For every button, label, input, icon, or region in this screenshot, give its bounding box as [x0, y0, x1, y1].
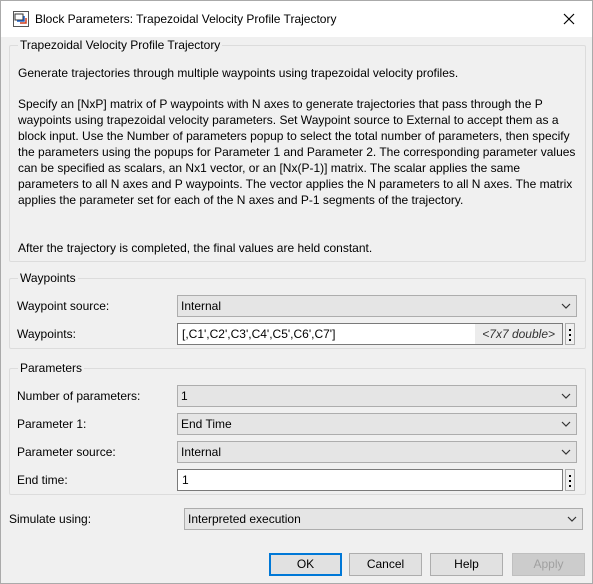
- parameter-source-value: Internal: [181, 445, 222, 459]
- end-time-value: 1: [182, 473, 189, 487]
- cancel-button[interactable]: Cancel: [349, 553, 422, 576]
- simulate-using-dropdown[interactable]: Interpreted execution: [184, 508, 583, 530]
- waypoints-type-hint: <7x7 double>: [475, 324, 562, 344]
- parameter-1-label: Parameter 1:: [17, 417, 87, 431]
- help-button[interactable]: Help: [430, 553, 503, 576]
- end-time-input[interactable]: 1: [177, 469, 563, 491]
- block-parameters-dialog: Block Parameters: Trapezoidal Velocity P…: [0, 0, 593, 584]
- kebab-dot-icon: [569, 329, 571, 331]
- parameter-source-label: Parameter source:: [17, 445, 116, 459]
- parameters-group-title: Parameters: [18, 361, 85, 375]
- simulink-block-icon: [13, 11, 29, 27]
- description-group: Trapezoidal Velocity Profile Trajectory …: [9, 38, 586, 262]
- waypoints-options-button[interactable]: [565, 323, 575, 345]
- simulate-using-value: Interpreted execution: [188, 512, 301, 526]
- waypoint-source-value: Internal: [181, 299, 222, 313]
- number-of-parameters-value: 1: [181, 389, 188, 403]
- description-summary: Generate trajectories through multiple w…: [18, 66, 459, 80]
- simulate-using-label: Simulate using:: [9, 512, 92, 526]
- title-bar: Block Parameters: Trapezoidal Velocity P…: [1, 1, 592, 37]
- kebab-dot-icon: [569, 475, 571, 477]
- chevron-down-icon: [561, 303, 571, 309]
- window-title: Block Parameters: Trapezoidal Velocity P…: [35, 12, 337, 26]
- chevron-down-icon: [567, 516, 577, 522]
- number-of-parameters-label: Number of parameters:: [17, 389, 141, 403]
- end-time-label: End time:: [17, 473, 68, 487]
- end-time-options-button[interactable]: [565, 469, 575, 491]
- description-group-title: Trapezoidal Velocity Profile Trajectory: [18, 38, 223, 52]
- kebab-dot-icon: [569, 339, 571, 341]
- kebab-dot-icon: [569, 480, 571, 482]
- ok-button[interactable]: OK: [269, 553, 342, 576]
- parameter-source-dropdown[interactable]: Internal: [177, 441, 577, 463]
- description-details: Specify an [NxP] matrix of P waypoints w…: [18, 97, 576, 207]
- waypoints-group-title: Waypoints: [18, 271, 78, 285]
- waypoint-source-label: Waypoint source:: [17, 299, 110, 313]
- apply-button[interactable]: Apply: [512, 553, 585, 576]
- parameter-1-value: End Time: [181, 417, 232, 431]
- parameter-1-dropdown[interactable]: End Time: [177, 413, 577, 435]
- waypoint-source-dropdown[interactable]: Internal: [177, 295, 577, 317]
- chevron-down-icon: [561, 449, 571, 455]
- chevron-down-icon: [561, 421, 571, 427]
- waypoints-label: Waypoints:: [17, 327, 76, 341]
- description-footer: After the trajectory is completed, the f…: [18, 241, 373, 255]
- number-of-parameters-dropdown[interactable]: 1: [177, 385, 577, 407]
- close-icon: [563, 13, 575, 25]
- kebab-dot-icon: [569, 334, 571, 336]
- close-button[interactable]: [546, 1, 592, 37]
- waypoints-value: [,C1',C2',C3',C4',C5',C6',C7']: [182, 327, 336, 341]
- chevron-down-icon: [561, 393, 571, 399]
- kebab-dot-icon: [569, 485, 571, 487]
- waypoints-input[interactable]: [,C1',C2',C3',C4',C5',C6',C7'] <7x7 doub…: [177, 323, 563, 345]
